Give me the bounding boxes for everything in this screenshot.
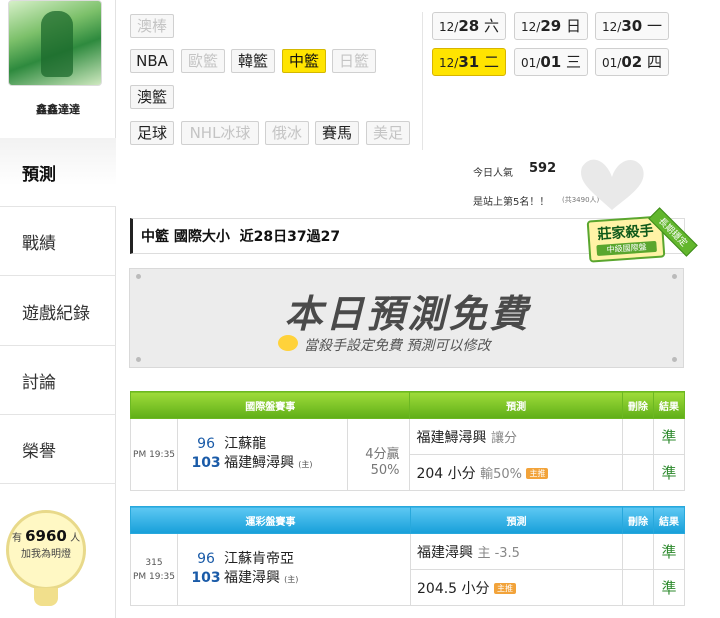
sidebar-item-label: 戰績: [22, 233, 56, 254]
sidebar-item-game-log[interactable]: 遊戲紀錄: [0, 277, 116, 346]
main-pick-tag: 主推: [493, 583, 516, 594]
away-score: 96: [197, 436, 215, 452]
result-badge: 準: [653, 569, 685, 606]
table-header: 運彩盤賽事 預測 刪除 結果: [130, 506, 685, 534]
away-team: 江蘇肯帝亞: [224, 551, 294, 567]
delete-cell: [622, 533, 654, 570]
prediction-total: 204.5 小分 主推: [410, 569, 623, 606]
divider: [422, 12, 423, 150]
popularity-value: 592: [529, 161, 557, 176]
league-chip-russian-hockey: 俄冰: [265, 121, 309, 145]
league-chip-nhl: NHL冰球: [181, 121, 259, 145]
table-header: 國際盤賽事 預測 刪除 結果: [129, 391, 686, 419]
sidebar-item-label: 遊戲紀錄: [22, 303, 90, 324]
popularity-label: 今日人氣: [473, 168, 513, 179]
date-tab-1229[interactable]: 12/29 日: [514, 12, 588, 40]
league-chip-japan-basketball: 日籃: [332, 49, 376, 73]
free-prediction-banner: 本日預測免費 當殺手設定免費 預測可以修改: [129, 268, 684, 368]
match-teams: 96 江蘇肯帝亞 103 福建潯興 (主): [177, 533, 411, 606]
flower-decoration-icon: [581, 159, 644, 210]
username: 鑫鑫達達: [36, 103, 80, 116]
sidebar-item-label: 預測: [22, 164, 56, 185]
game-time: 315 PM 19:35: [130, 533, 178, 606]
home-team: 福建潯興: [224, 570, 280, 586]
league-chip-horse-racing[interactable]: 賽馬: [315, 121, 359, 145]
killer-badge: 莊家殺手 中級國際盤 長期穩定: [584, 207, 702, 268]
sidebar-item-record[interactable]: 戰績: [0, 207, 116, 276]
result-badge: 準: [652, 454, 686, 491]
delete-cell: [621, 454, 654, 491]
league-chip-korea-basketball[interactable]: 韓籃: [231, 49, 275, 73]
sports-lottery-table: 運彩盤賽事 預測 刪除 結果 315 PM 19:35 96 江蘇肯帝亞 103 福建…: [130, 506, 685, 606]
away-team: 江蘇龍: [224, 436, 267, 452]
league-chip-aus-basketball[interactable]: 澳籃: [130, 85, 174, 109]
sidebar-item-label: 討論: [22, 372, 56, 393]
sidebar: 鑫鑫達達 預測 戰績 遊戲紀錄 討論 榮譽 有 6960 人 加我為明燈: [0, 0, 116, 618]
intl-odds-table: 國際盤賽事 預測 刪除 結果 PM 19:35 96 江蘇龍 103 福建鱘潯興 (…: [129, 391, 686, 491]
spread-result: 4分贏 50%: [347, 418, 411, 491]
match-teams: 96 江蘇龍 103 福建鱘潯興 (主): [177, 418, 349, 491]
delete-cell: [622, 569, 654, 606]
table-row: 315 PM 19:35 96 江蘇肯帝亞 103 福建潯興 (主) 福建潯興 主 -…: [130, 533, 685, 606]
date-tab-1228[interactable]: 12/28 六: [432, 12, 506, 40]
prediction-total: 204 小分 輸50% 主推: [409, 454, 623, 491]
game-time: PM 19:35: [129, 418, 179, 491]
delete-cell: [621, 418, 654, 455]
date-tab-0102[interactable]: 01/02 四: [595, 48, 669, 76]
league-chip-soccer[interactable]: 足球: [130, 121, 174, 145]
game-number: 315: [145, 557, 163, 568]
sidebar-item-discussion[interactable]: 討論: [0, 346, 116, 415]
league-chip-american-football: 美足: [366, 121, 410, 145]
banner-title: 本日預測免費: [284, 292, 531, 336]
home-score: 103: [191, 570, 221, 586]
sidebar-item-honor[interactable]: 榮譽: [0, 415, 116, 484]
result-badge: 準: [652, 418, 686, 455]
home-team: 福建鱘潯興: [224, 455, 295, 471]
league-chip-aus-baseball: 澳棒: [130, 14, 174, 38]
main-pick-tag: 主推: [526, 468, 549, 479]
table-row: PM 19:35 96 江蘇龍 103 福建鱘潯興 (主) 4分贏 50% 福建鱘潯興…: [129, 418, 686, 491]
sidebar-item-label: 榮譽: [22, 441, 56, 462]
date-tab-1230[interactable]: 12/30 一: [595, 12, 669, 40]
home-score: 103: [191, 455, 221, 471]
smiley-icon: [278, 335, 298, 351]
away-score: 96: [197, 551, 215, 567]
league-chip-euro-basketball: 歐籃: [181, 49, 225, 73]
rank-text: 是站上第5名！！: [473, 197, 550, 208]
banner-subtitle: 當殺手設定免費 預測可以修改: [304, 338, 491, 354]
league-chip-nba[interactable]: NBA: [130, 49, 174, 73]
avatar[interactable]: [8, 0, 102, 86]
prediction-spread: 福建鱘潯興 讓分: [409, 418, 623, 455]
sidebar-item-prediction[interactable]: 預測: [0, 138, 116, 207]
follower-count: 6960: [25, 527, 67, 545]
date-tab-0101[interactable]: 01/01 三: [514, 48, 588, 76]
result-badge: 準: [653, 533, 685, 570]
follow-bulb-button[interactable]: 有 6960 人 加我為明燈: [6, 510, 86, 608]
prediction-spread: 福建潯興 主 -3.5: [410, 533, 623, 570]
league-chip-china-basketball[interactable]: 中籃: [282, 49, 326, 73]
date-tab-1231[interactable]: 12/31 二: [432, 48, 506, 76]
